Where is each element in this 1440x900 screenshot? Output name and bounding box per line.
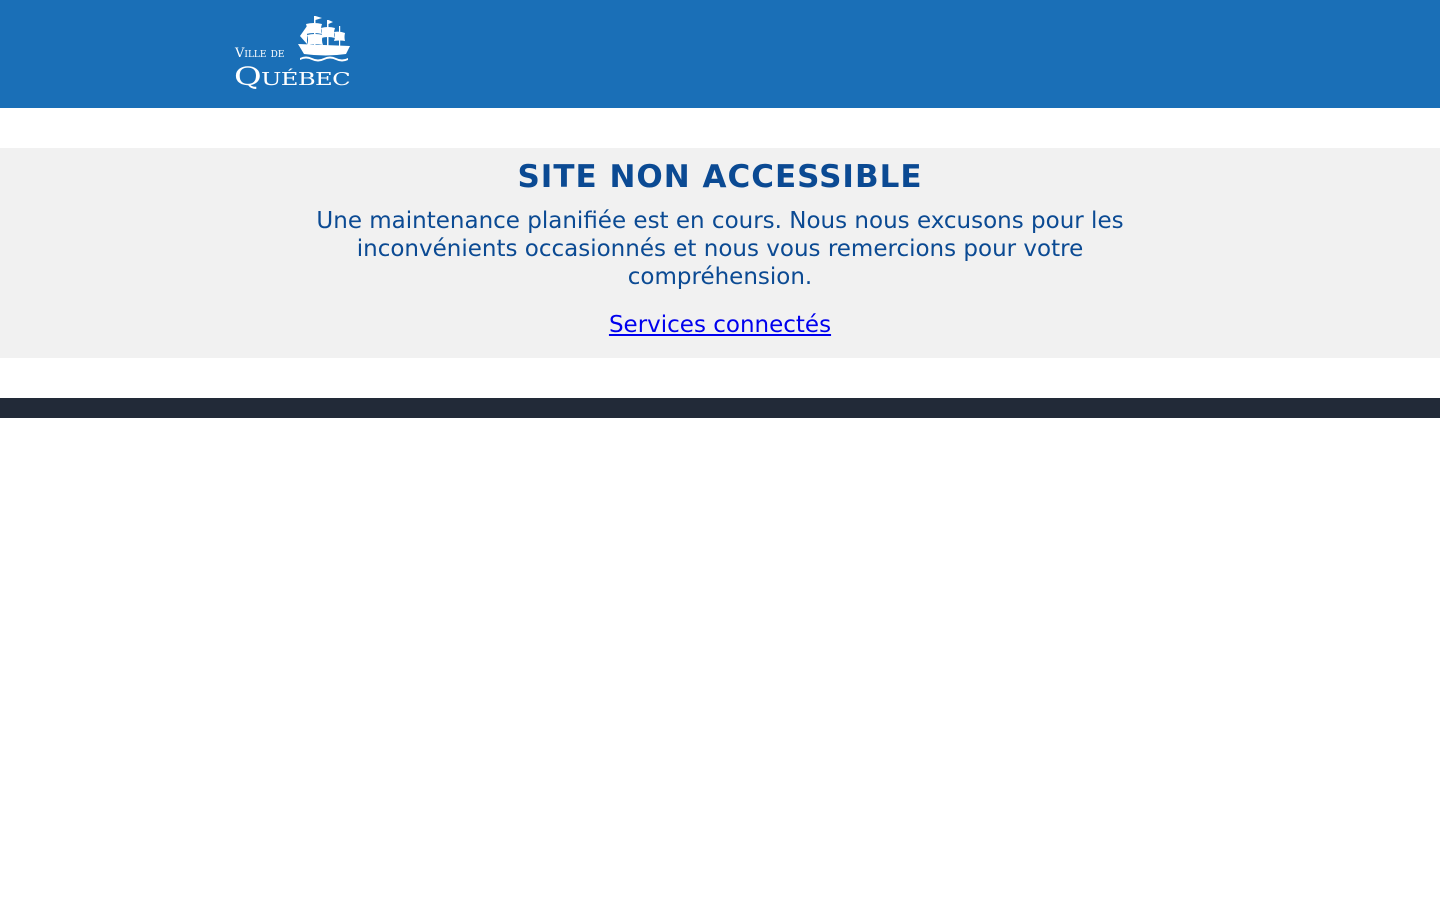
page-title: SITE NON ACCESSIBLE	[517, 159, 923, 195]
site-footer	[0, 398, 1440, 418]
services-connectes-link[interactable]: Services connectés	[609, 311, 831, 339]
logo-line2: Québec	[234, 62, 350, 91]
site-header: Ville de Québec	[0, 0, 1440, 108]
ville-de-quebec-logo[interactable]: Ville de Québec	[234, 14, 352, 92]
maintenance-message: Une maintenance planifiée est en cours. …	[316, 208, 1124, 290]
logo-line1: Ville de	[234, 46, 284, 61]
maintenance-banner: SITE NON ACCESSIBLE Une maintenance plan…	[0, 148, 1440, 358]
ship-logo-icon: Ville de Québec	[234, 16, 351, 91]
